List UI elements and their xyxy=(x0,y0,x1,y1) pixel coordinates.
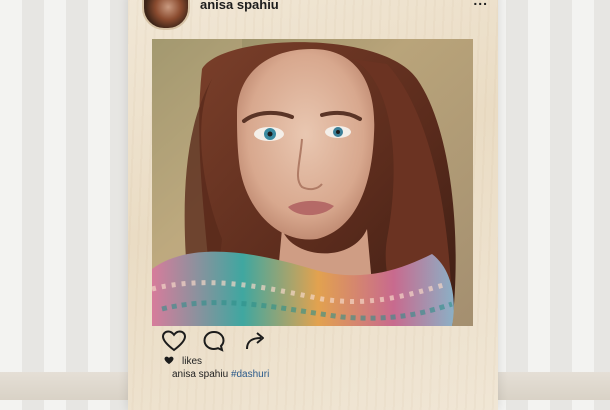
post-caption: anisa spahiu #dashuri xyxy=(172,369,269,380)
heart-icon[interactable] xyxy=(161,330,187,352)
share-icon[interactable] xyxy=(244,330,268,352)
post-photo xyxy=(152,39,473,326)
caption-hashtag[interactable]: #dashuri xyxy=(231,369,269,380)
more-options-icon[interactable]: ... xyxy=(473,0,488,8)
wooden-post-frame: anisa spahiu ... likes anisa spahiu #das… xyxy=(128,0,498,410)
likes-label[interactable]: likes xyxy=(182,356,202,367)
comment-icon[interactable] xyxy=(202,330,226,352)
post-username[interactable]: anisa spahiu xyxy=(200,0,279,12)
caption-username[interactable]: anisa spahiu xyxy=(172,369,228,380)
avatar[interactable] xyxy=(142,0,190,30)
likes-row: likes xyxy=(164,356,202,367)
likes-heart-icon xyxy=(164,356,174,365)
